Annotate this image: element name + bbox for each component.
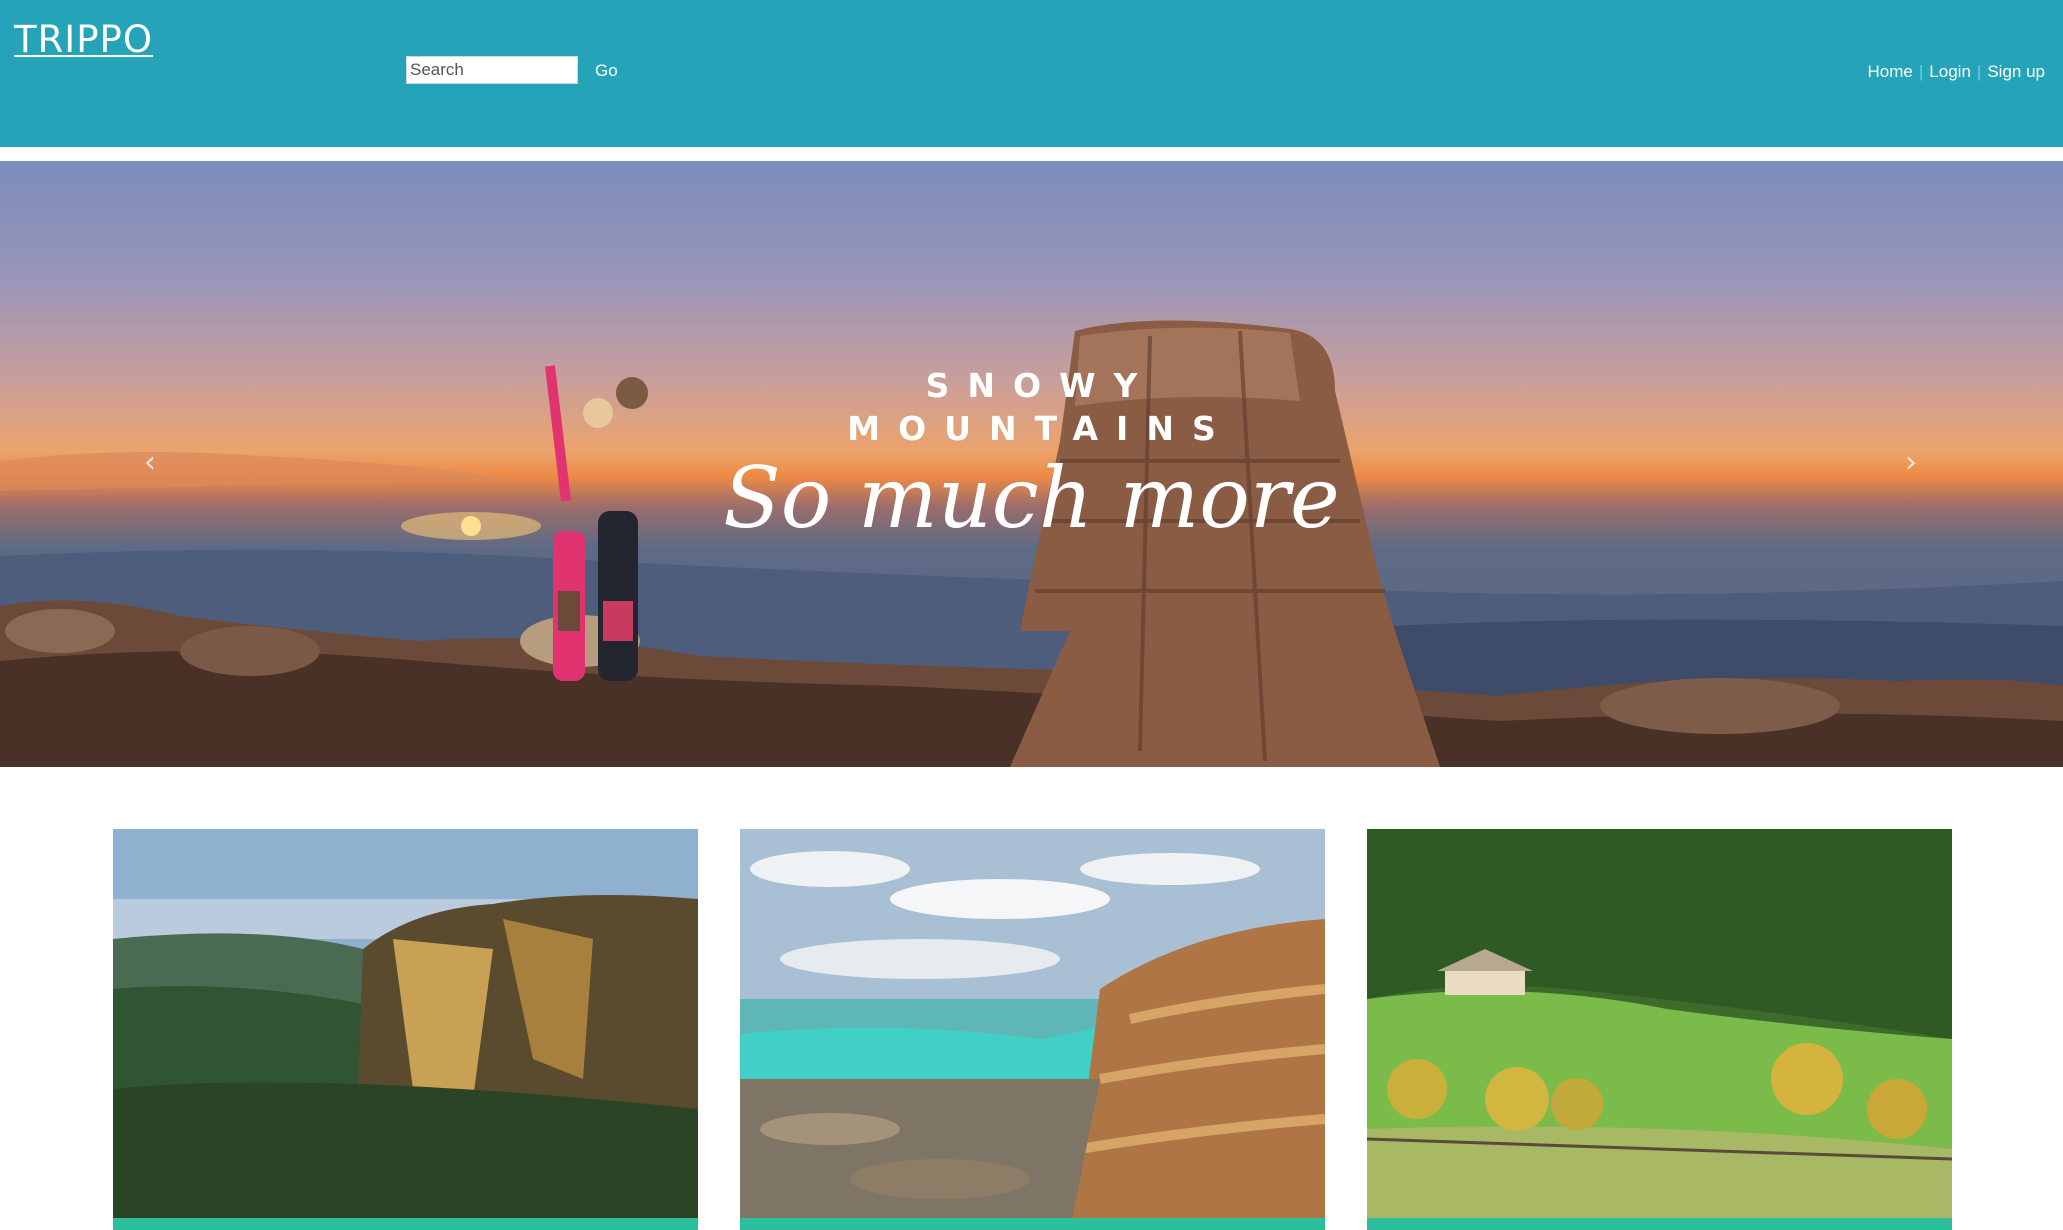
nav-signup-link[interactable]: Sign up [1987, 62, 2045, 82]
card-accent-bar [740, 1218, 1325, 1230]
hero-title-line2: MOUNTAINS [847, 409, 1234, 448]
nav-links: Home | Login | Sign up [1868, 62, 2045, 82]
coastline-image [740, 829, 1325, 1230]
search-input[interactable] [406, 56, 578, 84]
hero-carousel: SNOWY MOUNTAINS So much more ‹ › [0, 161, 2063, 767]
hero-title-line1: SNOWY [925, 366, 1156, 405]
nav-separator: | [1918, 62, 1924, 81]
destination-card[interactable] [113, 829, 698, 1230]
nav-separator: | [1976, 62, 1982, 81]
chevron-right-icon[interactable]: › [1905, 445, 1917, 480]
destination-card[interactable] [740, 829, 1325, 1230]
chevron-left-icon[interactable]: ‹ [144, 445, 156, 480]
destination-card[interactable] [1367, 829, 1952, 1230]
site-logo[interactable]: TRIPPO [14, 18, 153, 61]
hero-tagline: So much more [723, 449, 1340, 547]
top-navbar: TRIPPO Go Home | Login | Sign up [0, 0, 2063, 147]
nav-home-link[interactable]: Home [1868, 62, 1913, 82]
card-accent-bar [1367, 1218, 1952, 1230]
cliffs-image [113, 829, 698, 1230]
farmhouse-image [1367, 829, 1952, 1230]
card-accent-bar [113, 1218, 698, 1230]
go-button[interactable]: Go [595, 61, 618, 81]
nav-login-link[interactable]: Login [1929, 62, 1971, 82]
